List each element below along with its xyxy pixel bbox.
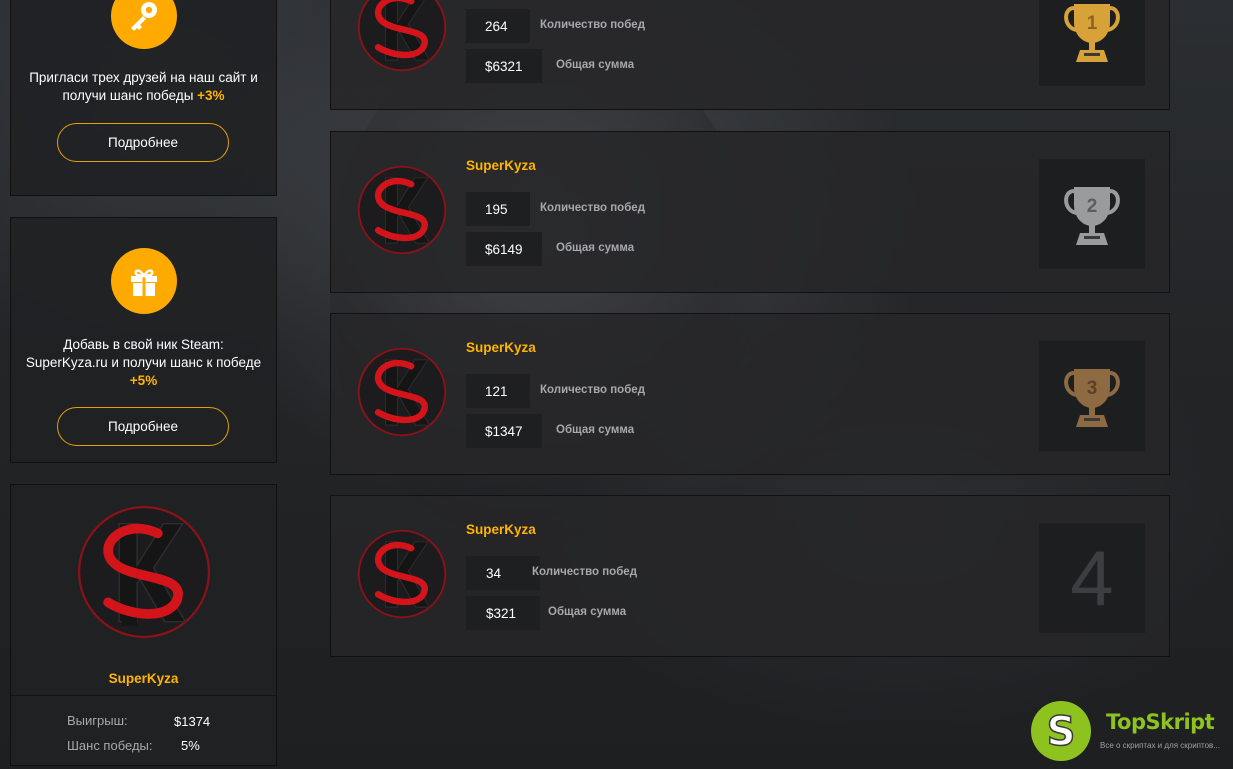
bronze-trophy-icon: 3 [1064, 369, 1120, 427]
svg-text:1: 1 [1087, 13, 1098, 34]
promo-description: Добавь в свой ник Steam: SuperKyza.ru и … [25, 337, 262, 370]
sum-value: $6321 [466, 49, 542, 83]
promo-bonus: +5% [129, 373, 158, 388]
trophy-box: 3 [1039, 341, 1145, 451]
leaderboard-card-rank-4: SuperKyza 34 Количество побед $321 Общая… [330, 495, 1170, 657]
promo-text: Добавь в свой ник Steam: SuperKyza.ru и … [23, 336, 264, 390]
leaderboard-card-rank-3: SuperKyza 121 Количество побед $1347 Общ… [330, 313, 1170, 475]
player-username[interactable]: SuperKyza [466, 522, 536, 537]
wins-label: Количество побед [540, 202, 645, 214]
gold-trophy-icon: 1 [1064, 4, 1120, 62]
avatar [75, 501, 213, 648]
sum-label: Общая сумма [556, 424, 635, 436]
leaderboard-card-rank-1: 264 Количество побед $6321 Общая сумма 1 [330, 0, 1170, 110]
trophy-box: 1 [1039, 0, 1145, 86]
trophy-box: 2 [1039, 159, 1145, 269]
more-button[interactable]: Подробнее [57, 123, 229, 162]
wins-value: 264 [466, 9, 530, 43]
chance-value: 5% [181, 738, 200, 753]
sum-value: $6149 [466, 232, 542, 266]
promo-text: Пригласи трех друзей на наш сайт и получ… [23, 69, 264, 105]
sum-value: $321 [466, 596, 540, 630]
svg-text:2: 2 [1087, 196, 1098, 217]
promo-steam-nick: Добавь в свой ник Steam: SuperKyza.ru и … [10, 217, 277, 463]
sum-label: Общая сумма [556, 59, 635, 71]
silver-trophy-icon: 2 [1064, 187, 1120, 245]
wins-value: 34 [466, 556, 540, 590]
sum-label: Общая сумма [548, 606, 627, 618]
user-profile-panel: SuperKyza Выигрыш: $1374 Шанс победы: 5% [10, 484, 277, 766]
wins-label: Количество побед [532, 566, 637, 578]
gift-icon [111, 248, 177, 314]
win-value: $1374 [174, 714, 211, 729]
wins-value: 121 [466, 374, 530, 408]
sum-value: $1347 [466, 414, 542, 448]
rank-box: 4 [1039, 523, 1145, 633]
avatar [356, 344, 448, 445]
watermark-letter: S [1047, 709, 1076, 753]
key-icon [111, 0, 177, 49]
chance-label: Шанс победы: [67, 738, 153, 753]
wins-label: Количество побед [540, 384, 645, 396]
profile-username: SuperKyza [108, 671, 179, 686]
sum-label: Общая сумма [556, 242, 635, 254]
divider [11, 695, 276, 696]
topskript-logo-icon: S [1031, 701, 1091, 761]
wins-value: 195 [466, 192, 530, 226]
leaderboard-card-rank-2: SuperKyza 195 Количество побед $6149 Общ… [330, 131, 1170, 293]
player-username[interactable]: SuperKyza [466, 158, 536, 173]
promo-bonus: +3% [197, 88, 225, 103]
watermark-brand: TopSkript [1106, 710, 1215, 734]
player-username[interactable]: SuperKyza [466, 340, 536, 355]
avatar [356, 0, 448, 80]
rank-number: 4 [1070, 534, 1114, 622]
win-label: Выигрыш: [67, 713, 128, 728]
avatar [356, 526, 448, 627]
topskript-watermark: S TopSkript Все о скриптах и для скрипто… [1030, 700, 1233, 764]
svg-text:3: 3 [1087, 378, 1098, 399]
wins-label: Количество побед [540, 19, 645, 31]
more-button[interactable]: Подробнее [57, 407, 229, 446]
watermark-tagline: Все о скриптах и для скриптов... [1100, 741, 1220, 750]
avatar [356, 162, 448, 263]
promo-invite-friends: Пригласи трех друзей на наш сайт и получ… [10, 0, 277, 196]
